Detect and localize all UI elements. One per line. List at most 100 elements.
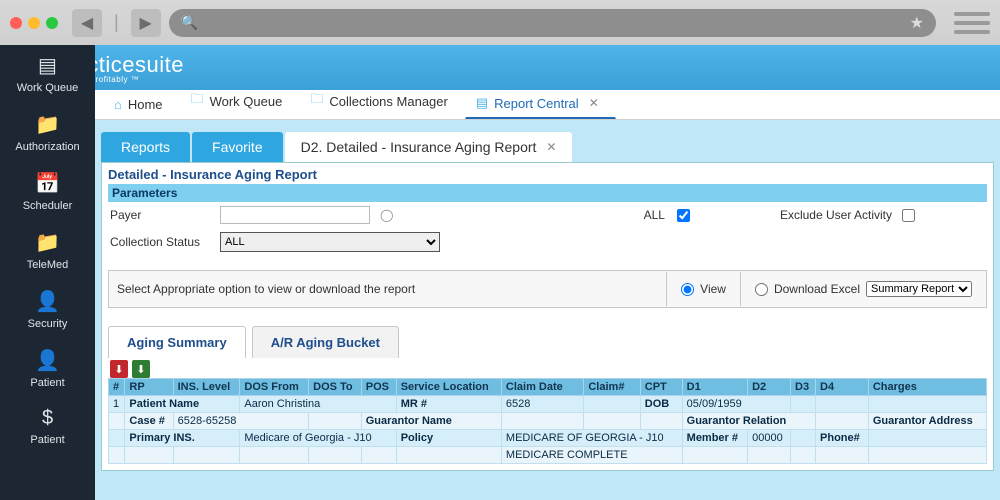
folder-icon: 🗀 xyxy=(191,90,204,112)
menu-button[interactable] xyxy=(954,12,990,34)
sidebar-item-label: TeleMed xyxy=(27,259,69,271)
nav-separator: | xyxy=(114,12,119,33)
address-bar[interactable]: 🔍 ★ xyxy=(169,9,936,37)
view-label: View xyxy=(700,282,726,296)
col-pos[interactable]: POS xyxy=(361,379,396,396)
result-subtabs: Aging Summary A/R Aging Bucket xyxy=(108,326,987,358)
home-icon: ⌂ xyxy=(114,97,122,112)
col-num[interactable]: # xyxy=(109,379,125,396)
payer-lookup-icon[interactable]: ◯ xyxy=(380,208,393,222)
collection-status-label: Collection Status xyxy=(110,235,210,249)
work-queue-icon: ▤ xyxy=(0,53,95,78)
tab-label: Collections Manager xyxy=(329,94,448,109)
cell-phone-label: Phone# xyxy=(816,430,869,447)
file-tabs: ⌂ Home 🗀 Work Queue 🗀 Collections Manage… xyxy=(95,90,1000,120)
download-label: Download Excel xyxy=(774,282,860,296)
cell-dob-label: DOB xyxy=(640,396,682,413)
active-report-tab[interactable]: D2. Detailed - Insurance Aging Report ✕ xyxy=(285,132,573,162)
col-claim-date[interactable]: Claim Date xyxy=(501,379,583,396)
sidebar-item-label: Work Queue xyxy=(17,82,79,94)
cell-plan-val2: MEDICARE COMPLETE xyxy=(501,447,682,464)
close-icon[interactable]: ✕ xyxy=(546,140,556,154)
cell-case-label: Case # xyxy=(125,413,173,430)
folder-icon: 📁 xyxy=(0,230,95,255)
tab-label: Home xyxy=(128,97,163,112)
export-pdf-icon[interactable]: ⬇ xyxy=(110,360,128,378)
tab-report-central[interactable]: ▤ Report Central ✕ xyxy=(465,88,616,119)
pill-reports[interactable]: Reports xyxy=(101,132,190,162)
sidebar: ▤ Work Queue 📁 Authorization 📅 Scheduler… xyxy=(0,45,95,500)
col-service-location[interactable]: Service Location xyxy=(396,379,501,396)
close-window-icon[interactable] xyxy=(10,17,22,29)
subtab-ar-aging-bucket[interactable]: A/R Aging Bucket xyxy=(252,326,399,358)
sidebar-item-work-queue[interactable]: ▤ Work Queue xyxy=(0,45,95,104)
forward-button[interactable]: ▶ xyxy=(131,9,161,37)
cell-patient-name: Aaron Christina xyxy=(240,396,396,413)
output-options: Select Appropriate option to view or dow… xyxy=(108,270,987,308)
search-icon: 🔍 xyxy=(181,14,198,31)
col-d2[interactable]: D2 xyxy=(748,379,791,396)
col-d1[interactable]: D1 xyxy=(682,379,747,396)
back-button[interactable]: ◀ xyxy=(72,9,102,37)
main: practicesuite Practice Profitably ™ ⌂ Ho… xyxy=(95,45,1000,500)
sidebar-item-security[interactable]: 👤 Security xyxy=(0,281,95,340)
collection-status-select[interactable]: ALL xyxy=(220,232,440,252)
bookmark-star-icon[interactable]: ★ xyxy=(910,13,924,33)
window-controls xyxy=(10,17,58,29)
sidebar-item-scheduler[interactable]: 📅 Scheduler xyxy=(0,163,95,222)
brand-name: practicesuite xyxy=(95,52,184,78)
export-row: ⬇ ⬇ xyxy=(108,358,987,378)
all-checkbox[interactable] xyxy=(677,209,690,222)
tab-home[interactable]: ⌂ Home xyxy=(103,90,180,119)
folder-icon: 🗀 xyxy=(310,90,323,112)
cell-patient-name-label: Patient Name xyxy=(125,396,240,413)
pill-favorite[interactable]: Favorite xyxy=(192,132,283,162)
sidebar-item-label: Authorization xyxy=(15,141,79,153)
col-ins-level[interactable]: INS. Level xyxy=(173,379,240,396)
calendar-icon: 📅 xyxy=(0,171,95,196)
tab-label: Work Queue xyxy=(210,94,283,109)
col-d4[interactable]: D4 xyxy=(816,379,869,396)
view-radio[interactable] xyxy=(681,283,694,296)
download-radio[interactable] xyxy=(755,283,768,296)
col-rp[interactable]: RP xyxy=(125,379,173,396)
col-dos-from[interactable]: DOS From xyxy=(240,379,309,396)
close-icon[interactable]: ✕ xyxy=(589,96,599,110)
tab-work-queue[interactable]: 🗀 Work Queue xyxy=(180,83,300,119)
report-tabs: Reports Favorite D2. Detailed - Insuranc… xyxy=(101,132,994,162)
sidebar-item-telemed[interactable]: 📁 TeleMed xyxy=(0,222,95,281)
report-icon: ▤ xyxy=(476,95,488,111)
tab-collections-manager[interactable]: 🗀 Collections Manager xyxy=(299,83,465,119)
dollar-icon: $ xyxy=(0,407,95,430)
table-row: MEDICARE COMPLETE xyxy=(109,447,987,464)
cell-primary-ins-val: Medicare of Georgia - J10 xyxy=(240,430,396,447)
exclude-checkbox[interactable] xyxy=(902,209,915,222)
user-shield-icon: 👤 xyxy=(0,289,95,314)
col-cpt[interactable]: CPT xyxy=(640,379,682,396)
export-excel-icon[interactable]: ⬇ xyxy=(132,360,150,378)
sidebar-item-patient-billing[interactable]: $ Patient xyxy=(0,399,95,456)
cell-plan-val: MEDICARE OF GEORGIA - J10 xyxy=(501,430,682,447)
download-type-select[interactable]: Summary Report xyxy=(866,281,972,297)
active-report-label: D2. Detailed - Insurance Aging Report xyxy=(301,139,537,155)
subtab-aging-summary[interactable]: Aging Summary xyxy=(108,326,246,358)
table-header-row: # RP INS. Level DOS From DOS To POS Serv… xyxy=(109,379,987,396)
maximize-window-icon[interactable] xyxy=(46,17,58,29)
cell-mr-label: MR # xyxy=(396,396,501,413)
sidebar-item-patient[interactable]: 👤 Patient xyxy=(0,340,95,399)
sidebar-item-label: Patient xyxy=(30,377,64,389)
col-charges[interactable]: Charges xyxy=(868,379,986,396)
sidebar-item-label: Patient xyxy=(30,434,64,446)
col-dos-to[interactable]: DOS To xyxy=(309,379,362,396)
sidebar-item-label: Security xyxy=(28,318,68,330)
col-claim-num[interactable]: Claim# xyxy=(584,379,640,396)
payer-input[interactable] xyxy=(220,206,370,224)
user-icon: 👤 xyxy=(0,348,95,373)
report-panel: Detailed - Insurance Aging Report Parame… xyxy=(101,162,994,471)
sidebar-item-label: Scheduler xyxy=(23,200,73,212)
sidebar-item-authorization[interactable]: 📁 Authorization xyxy=(0,104,95,163)
cell-guarantor-name-label: Guarantor Name xyxy=(361,413,501,430)
cell-policy-label: Policy xyxy=(396,430,501,447)
minimize-window-icon[interactable] xyxy=(28,17,40,29)
col-d3[interactable]: D3 xyxy=(791,379,816,396)
